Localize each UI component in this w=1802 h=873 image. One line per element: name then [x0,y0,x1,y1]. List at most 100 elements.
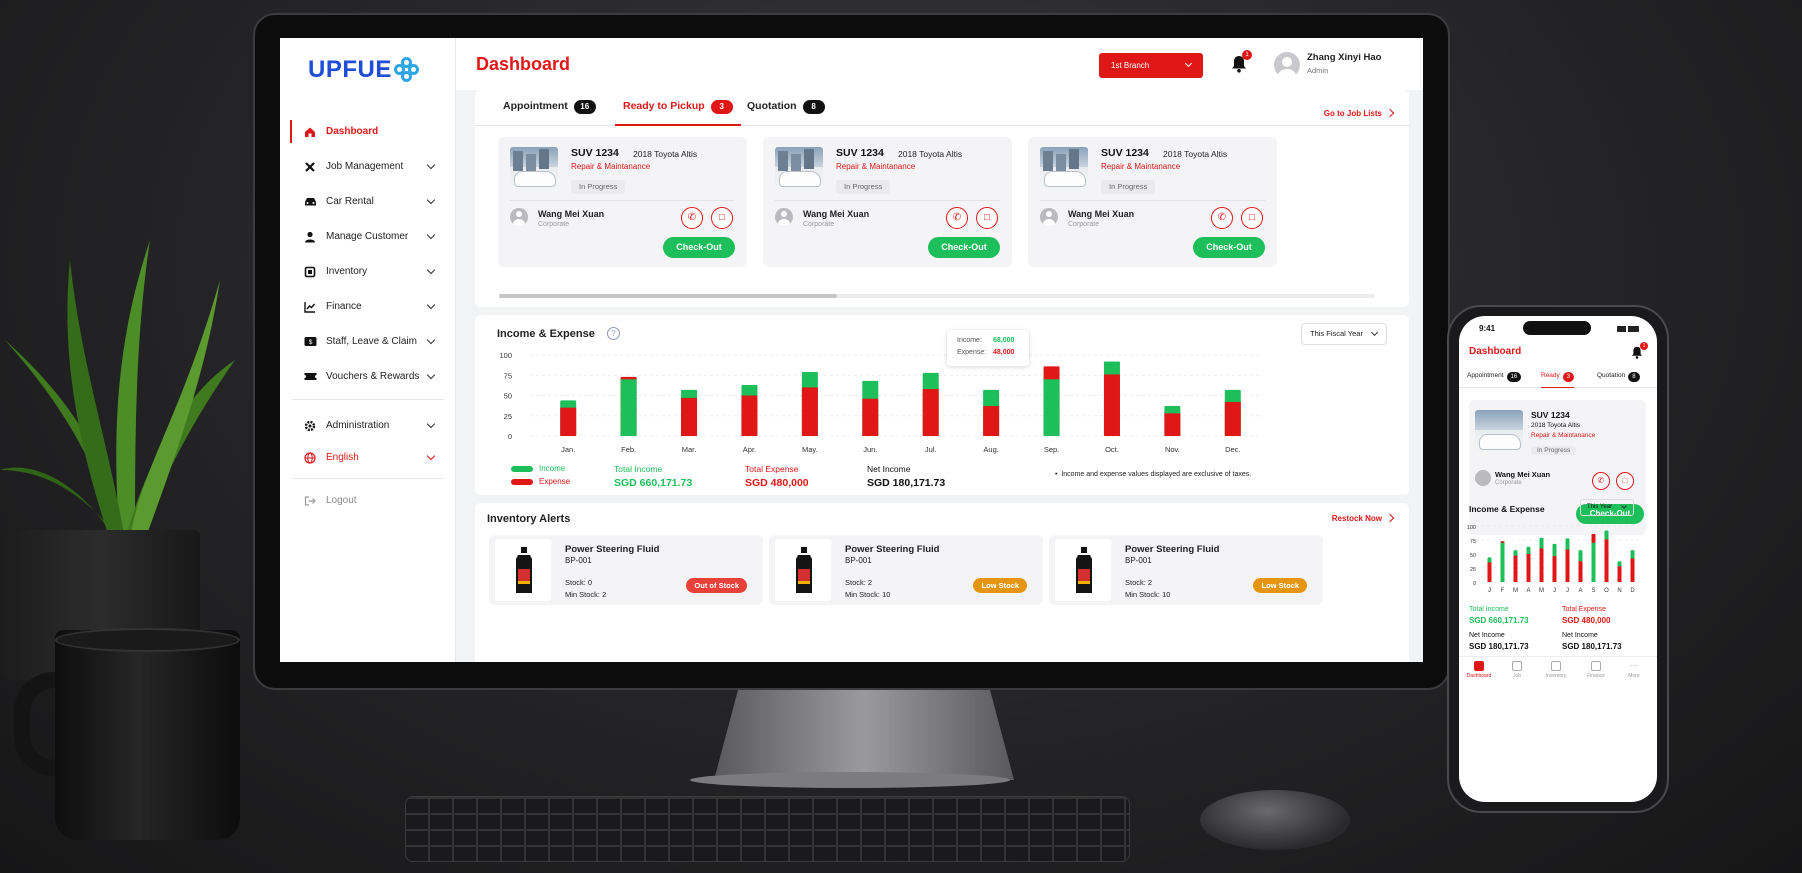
svg-text:$: $ [308,339,312,346]
sidebar-item-label: Finance [326,301,362,312]
customer-type: Corporate [538,221,570,228]
product-image [775,539,831,601]
x-tick-label: Feb. [621,445,636,454]
tab-label: Appointment [503,100,568,112]
message-button[interactable]: □ [711,207,733,229]
job-card[interactable]: SUV 1234 2018 Toyota Altis Repair & Main… [1028,137,1277,267]
tab-quotation[interactable]: Quotation 8 [1597,372,1640,382]
customer-avatar [1040,208,1058,226]
check-out-button[interactable]: Check-Out [928,237,1000,258]
nav-more[interactable]: ⋯ More [1617,661,1651,680]
message-button[interactable]: □ [1241,207,1263,229]
call-button[interactable]: ✆ [1592,472,1610,490]
inventory-card[interactable]: Power Steering Fluid BP-001 Stock: 2 Min… [1049,535,1323,605]
sidebar-item-inventory[interactable]: Inventory [280,254,456,289]
call-button[interactable]: ✆ [1211,207,1233,229]
job-card[interactable]: SUV 1234 2018 Toyota Altis Repair & Main… [498,137,747,267]
total-expense-label: Total Expense [745,464,799,474]
logout-icon [302,494,318,508]
total-income-label: Total Income [614,464,663,474]
x-tick-label: J [1553,588,1556,594]
restock-now-link[interactable]: Restock Now [1332,514,1393,523]
footnote-text: Income and expense values displayed are … [1061,471,1252,478]
sidebar-item-administration[interactable]: Administration [280,408,456,443]
income-bar [1591,542,1596,582]
tab-ready[interactable]: Ready 3 [1541,372,1575,388]
tab-count-badge: 16 [1506,372,1522,382]
message-button[interactable]: □ [1616,472,1634,490]
stock-count: Stock: 2 [1125,578,1153,587]
stock-status-badge: Low Stock [973,578,1027,593]
nav-label: Dashboard [1466,673,1492,679]
check-out-button[interactable]: Check-Out [1193,237,1265,258]
nav-finance[interactable]: Finance [1579,661,1613,679]
message-button[interactable]: □ [976,207,998,229]
globe-icon [302,451,318,465]
car-plate: SUV 1234 [1531,410,1570,420]
sidebar-item-label: Administration [326,420,390,431]
sidebar-item-label: Job Management [326,161,404,172]
logout-button[interactable]: Logout [280,483,456,518]
call-button[interactable]: ✆ [946,207,968,229]
y-tick-label: 75 [1470,539,1476,545]
legend-label: Income [539,464,566,473]
expense-bar [1539,548,1544,582]
service-type: Repair & Maintanance [1101,162,1181,171]
y-tick-label: 0 [508,432,512,441]
customer-type: Corporate [803,221,835,228]
mobile-tabs: Appointment 16 Ready 3 Quotation 8 [1459,366,1657,388]
sidebar-item-car-rental[interactable]: Car Rental [280,184,456,219]
period-select[interactable]: This Year [1580,499,1634,516]
car-model: 2018 Toyota Altis [1163,149,1228,159]
avatar[interactable] [1274,52,1300,78]
service-type: Repair & Maintanance [836,162,916,171]
min-stock: Min Stock: 10 [845,590,891,599]
x-tick-label: A [1526,588,1530,594]
y-tick-label: 75 [504,371,512,380]
call-button[interactable]: ✆ [681,207,703,229]
language-selector[interactable]: English [280,440,456,475]
x-tick-label: S [1591,588,1595,594]
tab-appointment[interactable]: Appointment 16 [503,100,596,126]
x-tick-label: Apr. [743,445,756,454]
sidebar-item-job-management[interactable]: Job Management [280,149,456,184]
job-panel: Appointment 16 Ready to Pickup 3 Quotati… [475,90,1409,307]
sidebar-item-manage-customer[interactable]: Manage Customer [280,219,456,254]
check-out-button[interactable]: Check-Out [663,237,735,258]
sidebar-item-label: Staff, Leave & Claim [326,336,417,347]
sidebar-nav: Dashboard Job Management Car Rental Mana… [280,114,456,394]
scrollbar-thumb[interactable] [499,294,837,298]
sidebar-item-label: Vouchers & Rewards [326,371,420,382]
go-to-job-lists-link[interactable]: Go to Job Lists [1324,109,1393,118]
inventory-card[interactable]: Power Steering Fluid BP-001 Stock: 2 Min… [769,535,1043,605]
tab-label: Ready to Pickup [623,100,705,112]
expense-bar [1565,549,1570,582]
sidebar-item-vouchers-rewards[interactable]: Vouchers & Rewards [280,359,456,394]
finance-icon [1591,661,1601,671]
nav-label: Inventory [1545,673,1567,679]
sidebar-item-dashboard[interactable]: Dashboard [280,114,456,149]
tab-appointment[interactable]: Appointment 16 [1467,372,1522,382]
job-card[interactable]: SUV 1234 2018 Toyota Altis Repair & Main… [763,137,1012,267]
nav-job[interactable]: Job [1500,661,1534,679]
sidebar-item-finance[interactable]: Finance [280,289,456,324]
nav-dashboard[interactable]: Dashboard [1462,661,1496,679]
home-icon [1474,661,1484,671]
plant-decoration [0,240,235,540]
product-code: BP-001 [565,556,592,565]
net-income-label: Net Income [1469,632,1505,639]
tab-quotation[interactable]: Quotation 8 [747,100,825,126]
card-divider [775,200,1000,201]
tab-ready-to-pickup[interactable]: Ready to Pickup 3 [615,100,741,126]
inventory-card[interactable]: Power Steering Fluid BP-001 Stock: 0 Min… [489,535,763,605]
phone-icon: ✆ [952,212,962,223]
customer-name: Wang Mei Xuan [803,209,870,219]
sidebar-item-staff-leave-claim[interactable]: $ Staff, Leave & Claim [280,324,456,359]
oil-bottle-icon [1076,547,1092,593]
x-tick-label: O [1604,588,1609,594]
box-icon [1551,661,1561,671]
branch-select[interactable]: 1st Branch [1099,53,1203,78]
nav-inventory[interactable]: Inventory [1539,661,1573,679]
gear-icon [302,419,318,433]
tab-count-badge: 3 [710,100,733,114]
